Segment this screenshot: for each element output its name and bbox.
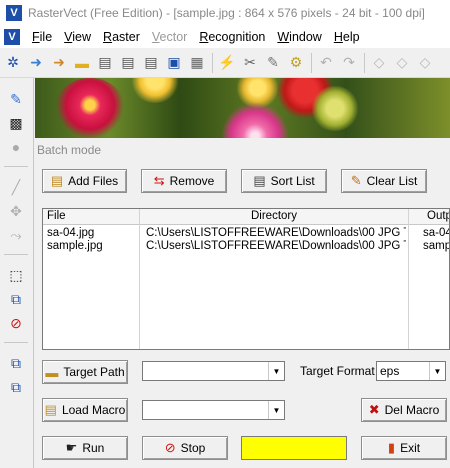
stop-button[interactable]: ⊘ Stop	[142, 436, 228, 460]
menu-file[interactable]: File	[26, 30, 58, 44]
add-files-icon: ▤	[50, 173, 64, 188]
chevron-down-icon[interactable]: ▼	[429, 362, 445, 380]
clear-list-icon: ✎	[350, 173, 362, 188]
move-tool-icon: ✥	[10, 202, 22, 219]
erase-icon: ◇	[373, 54, 385, 70]
redo-icon: ↷	[343, 54, 355, 70]
menu-window[interactable]: Window	[271, 30, 327, 44]
directory-cell: C:\Users\LISTOFFREEWARE\Downloads\00 JPG…	[146, 240, 406, 252]
lightning-icon[interactable]: ⚡	[216, 52, 238, 74]
tools-sidebar: ✎ ▩ ● ╱ ✥ ⤳ ⬚ ⧉ ⊘ ⧉ ⧉	[0, 78, 34, 468]
target-format-value: eps	[380, 364, 400, 378]
progress-status-box	[241, 436, 347, 460]
flower-image	[310, 86, 360, 131]
no-select-icon[interactable]: ⊘	[5, 312, 27, 334]
load-macro-button[interactable]: ▤ Load Macro	[42, 398, 128, 422]
delete-macro-icon: ✖	[368, 402, 380, 417]
chevron-down-icon[interactable]: ▼	[268, 401, 284, 419]
folder-icon: ▬	[45, 364, 59, 380]
toolbar-divider	[212, 52, 213, 73]
load-macro-icon: ▤	[44, 402, 57, 417]
sidebar-divider	[4, 166, 28, 167]
folder-icon[interactable]: ▬	[71, 52, 93, 74]
exit-button[interactable]: ▮ Exit	[361, 436, 447, 460]
sort-list-button[interactable]: ▤ Sort List	[241, 169, 327, 193]
page-icon[interactable]: ▤	[140, 52, 162, 74]
save-icon[interactable]: ▣	[163, 52, 185, 74]
scissors-icon[interactable]: ✂	[239, 52, 261, 74]
page-paste-icon[interactable]: ▤	[117, 52, 139, 74]
del-macro-button[interactable]: ✖ Del Macro	[361, 398, 447, 422]
panel-title: Batch mode	[37, 143, 102, 157]
toolbar-divider	[311, 52, 312, 73]
sort-list-icon: ▤	[253, 173, 266, 188]
file-cell: sa-04.jpg	[47, 227, 95, 239]
brush-tool-icon[interactable]: ✎	[5, 88, 27, 110]
output-cell: sample	[423, 240, 449, 252]
exit-door-icon: ▮	[387, 440, 396, 455]
clear-list-button[interactable]: ✎ Clear List	[341, 169, 427, 193]
table-header: File Directory Outpu	[43, 209, 449, 225]
toolbar-divider	[364, 52, 365, 73]
file-list-table[interactable]: File Directory Outpu sa-04.jpg C:\Users\…	[42, 208, 450, 350]
add-files-button[interactable]: ▤ Add Files	[42, 169, 127, 193]
erase-all-icon: ◇	[419, 54, 431, 70]
select-layers-icon[interactable]: ⧉	[5, 288, 27, 310]
menu-raster[interactable]: Raster	[97, 30, 146, 44]
column-header-output[interactable]: Outpu	[409, 210, 449, 222]
auto-vectorize-icon[interactable]: ✲	[2, 52, 24, 74]
erase-area-icon: ◇	[396, 54, 408, 70]
batch-mode-panel: Batch mode ▤ Add Files ⇆ Remove ▤ Sort L…	[35, 140, 450, 468]
page-copy-icon[interactable]: ▤	[94, 52, 116, 74]
title-bar: V RasterVect (Free Edition) - [sample.jp…	[0, 0, 450, 26]
image-preview	[35, 78, 450, 138]
document-menu-icon[interactable]: V	[4, 29, 20, 45]
layers-stack-icon[interactable]: ⧉	[5, 376, 27, 398]
target-path-dropdown[interactable]: ▼	[142, 361, 285, 381]
output-cell: sa-04	[423, 227, 450, 239]
menu-vector: Vector	[151, 30, 188, 44]
sidebar-divider	[4, 254, 28, 255]
directory-cell: C:\Users\LISTOFFREEWARE\Downloads\00 JPG…	[146, 227, 406, 239]
open-icon[interactable]: ➜	[25, 52, 47, 74]
window-title: RasterVect (Free Edition) - [sample.jpg …	[28, 6, 425, 20]
remove-button[interactable]: ⇆ Remove	[141, 169, 227, 193]
run-button[interactable]: ☛ Run	[42, 436, 128, 460]
menu-view[interactable]: View	[58, 30, 97, 44]
app-logo-icon: V	[6, 5, 22, 21]
target-path-button[interactable]: ▬ Target Path	[42, 360, 128, 384]
flower-image	[130, 78, 180, 103]
table-row[interactable]: sa-04.jpg C:\Users\LISTOFFREEWARE\Downlo…	[43, 227, 449, 240]
target-format-dropdown[interactable]: eps ▼	[376, 361, 446, 381]
main-toolbar: ✲ ➜ ➜ ▬ ▤ ▤ ▤ ▣ ▦ ⚡ ✂ ✎ ⚙ ↶ ↷ ◇ ◇ ◇	[0, 48, 450, 78]
stop-icon: ⊘	[164, 440, 176, 455]
checker-tool-icon[interactable]: ▩	[5, 112, 27, 134]
select-rect-icon[interactable]: ⬚	[5, 264, 27, 286]
settings-gear-icon[interactable]: ⚙	[285, 52, 307, 74]
run-icon: ☛	[65, 440, 78, 455]
sidebar-divider	[4, 342, 28, 343]
line-tool-icon: ╱	[11, 178, 21, 195]
print-icon[interactable]: ▦	[186, 52, 208, 74]
column-header-directory[interactable]: Directory	[140, 210, 408, 222]
chevron-down-icon[interactable]: ▼	[268, 362, 284, 380]
clean-icon[interactable]: ✎	[262, 52, 284, 74]
curve-tool-icon: ⤳	[10, 226, 22, 243]
menu-recognition[interactable]: Recognition	[193, 30, 271, 44]
undo-icon: ↶	[320, 54, 332, 70]
file-cell: sample.jpg	[47, 240, 103, 252]
table-row[interactable]: sample.jpg C:\Users\LISTOFFREEWARE\Downl…	[43, 240, 449, 253]
macro-dropdown[interactable]: ▼	[142, 400, 285, 420]
remove-icon: ⇆	[153, 173, 165, 188]
column-header-file[interactable]: File	[43, 210, 139, 222]
menu-bar: V File View Raster Vector Recognition Wi…	[0, 26, 450, 48]
color-tool-icon: ●	[11, 139, 21, 155]
flower-image	[220, 103, 290, 138]
target-format-label: Target Format	[300, 364, 375, 378]
import-icon[interactable]: ➜	[48, 52, 70, 74]
menu-help[interactable]: Help	[328, 30, 366, 44]
flower-image	[55, 78, 125, 138]
layers-icon[interactable]: ⧉	[5, 352, 27, 374]
